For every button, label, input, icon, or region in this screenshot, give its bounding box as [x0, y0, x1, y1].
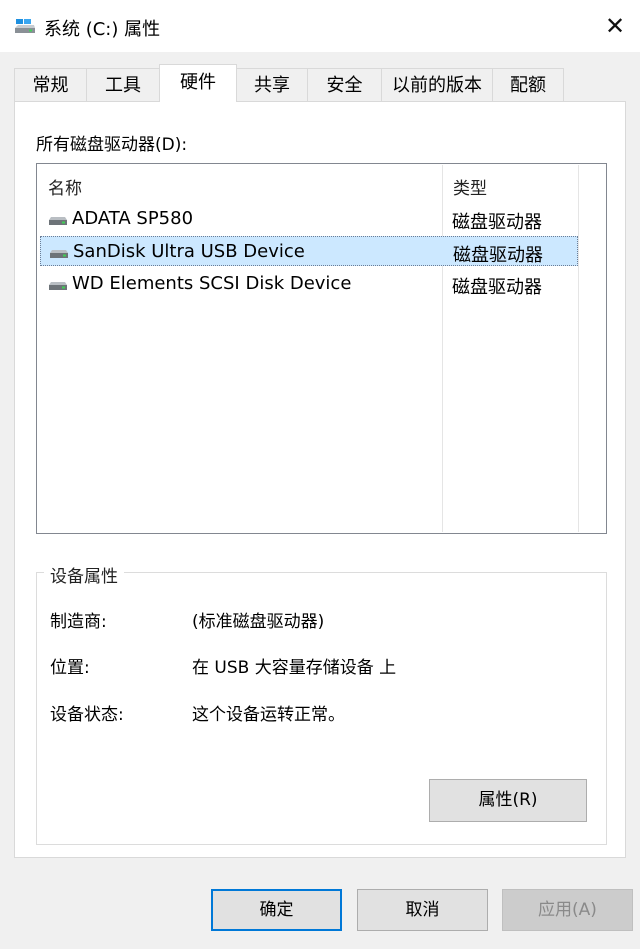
cancel-button[interactable]: 取消	[357, 889, 488, 931]
tab-general[interactable]: 常规	[14, 68, 87, 101]
location-label: 位置:	[50, 658, 90, 678]
drive-name: WD Elements SCSI Disk Device	[72, 273, 352, 294]
properties-button[interactable]: 属性(R)	[429, 779, 587, 822]
window-title: 系统 (C:) 属性	[44, 19, 161, 40]
hard-drive-icon	[50, 250, 68, 258]
column-header-type[interactable]: 类型	[453, 174, 487, 199]
drive-list[interactable]: 名称 类型 ADATA SP580 磁盘驱动器 SanDisk Ultra US…	[36, 163, 607, 534]
ok-button[interactable]: 确定	[211, 889, 342, 931]
tab-tools[interactable]: 工具	[86, 68, 160, 101]
drive-name: ADATA SP580	[72, 208, 194, 229]
drive-row[interactable]: ADATA SP580 磁盘驱动器	[40, 204, 578, 234]
title-bar: 系统 (C:) 属性 ✕	[0, 0, 640, 52]
drive-type: 磁盘驱动器	[452, 212, 542, 233]
tab-security[interactable]: 安全	[307, 68, 382, 101]
location-value: 在 USB 大容量存储设备 上	[192, 658, 397, 678]
apply-button[interactable]: 应用(A)	[502, 889, 633, 931]
device-status-label: 设备状态:	[50, 705, 124, 725]
hard-drive-icon	[49, 282, 67, 290]
close-icon: ✕	[604, 12, 626, 40]
manufacturer-label: 制造商:	[50, 612, 107, 632]
drive-type: 磁盘驱动器	[452, 277, 542, 298]
column-divider	[578, 165, 579, 532]
all-drives-label: 所有磁盘驱动器(D):	[36, 135, 188, 155]
drive-type: 磁盘驱动器	[453, 245, 543, 266]
tab-previous-versions[interactable]: 以前的版本	[381, 68, 493, 101]
tab-sharing[interactable]: 共享	[236, 68, 308, 101]
manufacturer-value: (标准磁盘驱动器)	[192, 612, 325, 632]
device-properties-title: 设备属性	[44, 562, 124, 587]
drive-row[interactable]: WD Elements SCSI Disk Device 磁盘驱动器	[40, 269, 578, 299]
drive-icon	[15, 19, 35, 33]
drive-name: SanDisk Ultra USB Device	[73, 241, 305, 262]
column-header-name[interactable]: 名称	[48, 174, 82, 199]
hard-drive-icon	[49, 217, 67, 225]
tab-quota[interactable]: 配额	[492, 68, 564, 101]
drive-row-selected[interactable]: SanDisk Ultra USB Device 磁盘驱动器	[40, 236, 578, 266]
device-status-value: 这个设备运转正常。	[192, 705, 345, 725]
tab-hardware[interactable]: 硬件	[159, 64, 237, 102]
close-button[interactable]: ✕	[596, 8, 634, 44]
